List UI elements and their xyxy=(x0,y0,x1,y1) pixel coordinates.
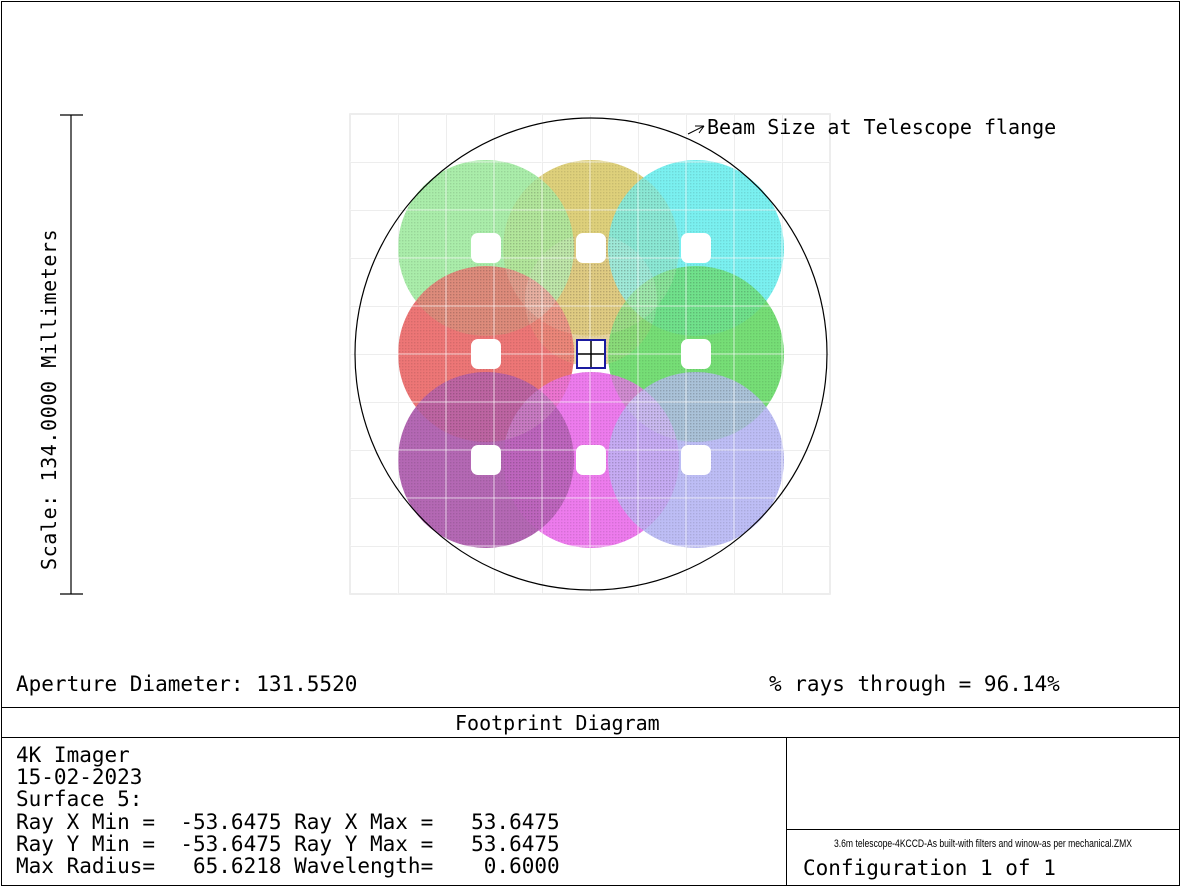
scale-label: Scale: 134.0000 Millimeters xyxy=(37,228,61,570)
title-divider-bottom xyxy=(1,737,1180,738)
title-divider-top xyxy=(1,707,1180,708)
obscuration-hole-1 xyxy=(471,233,501,263)
rays-through: % rays through = 96.14% xyxy=(769,672,1060,696)
info-line-3: Surface 5: xyxy=(16,787,143,811)
info-line-1: 4K Imager xyxy=(16,743,130,767)
info-divider xyxy=(786,737,787,886)
info-line-6: Max Radius= 65.6218 Wavelength= 0.6000 xyxy=(16,854,560,878)
obscuration-hole-2 xyxy=(576,233,606,263)
info-line-2: 15-02-2023 xyxy=(16,765,143,789)
obscuration-hole-7 xyxy=(471,445,501,475)
file-box-divider xyxy=(786,829,1180,830)
file-name: 3.6m telescope-4KCCD-As built-with filte… xyxy=(834,838,1133,850)
obscuration-hole-3 xyxy=(681,233,711,263)
configuration-label: Configuration 1 of 1 xyxy=(803,856,1056,880)
obscuration-hole-9 xyxy=(681,445,711,475)
info-line-4: Ray X Min = -53.6475 Ray X Max = 53.6475 xyxy=(16,810,560,834)
diagram-title: Footprint Diagram xyxy=(455,711,660,735)
footprint-plot xyxy=(60,113,831,595)
aperture-diameter: Aperture Diameter: 131.5520 xyxy=(16,672,358,696)
annotation-label: Beam Size at Telescope flange xyxy=(707,115,1057,139)
info-line-5: Ray Y Min = -53.6475 Ray Y Max = 53.6475 xyxy=(16,832,560,856)
obscuration-hole-6 xyxy=(681,339,711,369)
obscuration-hole-8 xyxy=(576,445,606,475)
obscuration-hole-4 xyxy=(471,339,501,369)
